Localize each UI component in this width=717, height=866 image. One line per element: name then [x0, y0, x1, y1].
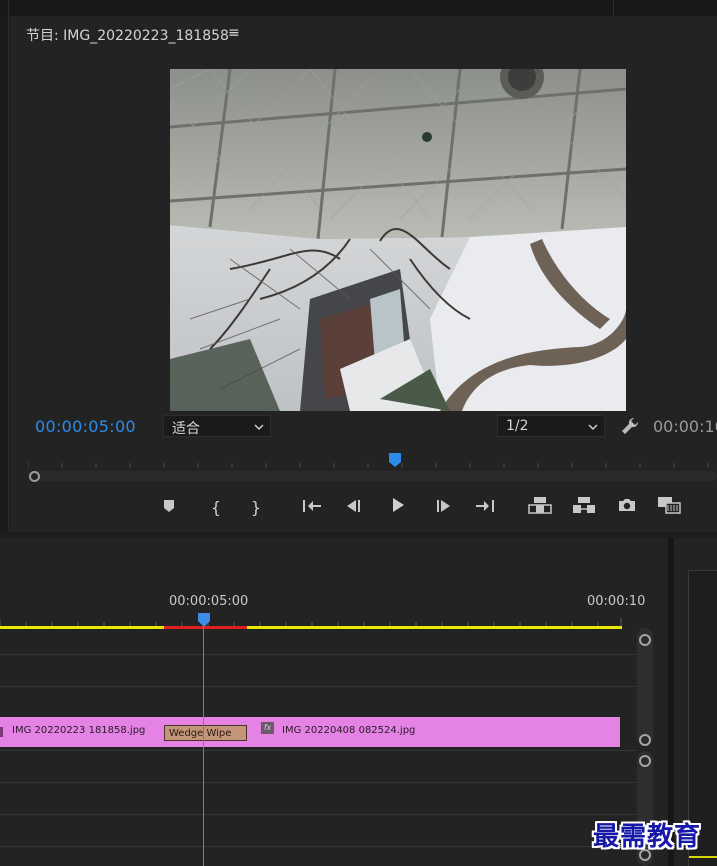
mark-in-button[interactable]: {	[203, 496, 229, 518]
out-point-icon: }	[250, 497, 262, 517]
timeline-playhead-line[interactable]	[203, 614, 204, 866]
track-divider	[0, 654, 636, 655]
scrollbar-handle-top[interactable]	[639, 634, 651, 646]
current-timecode[interactable]: 00:00:05:00	[35, 417, 136, 436]
in-point-icon: {	[210, 497, 222, 517]
mark-out-button[interactable]: }	[243, 496, 269, 518]
go-to-out-icon	[475, 498, 495, 517]
marker-icon	[162, 498, 176, 517]
camera-icon	[617, 497, 637, 517]
zoom-scrollbar-handle[interactable]	[29, 471, 40, 482]
top-panel-strip	[0, 0, 717, 16]
zoom-scrollbar[interactable]	[28, 471, 717, 481]
timeline-timecode-label: 00:00:05:00	[169, 594, 249, 609]
chevron-down-icon	[254, 420, 264, 436]
timeline-playhead-handle[interactable]	[197, 612, 211, 632]
go-to-in-icon	[302, 498, 322, 517]
lift-icon	[528, 496, 552, 518]
playback-resolution-select[interactable]: 1/2	[497, 415, 605, 437]
timeline-timecode-label: 00:00:10	[587, 594, 646, 609]
monitor-title[interactable]: 节目: IMG_20220223_181858	[26, 25, 229, 45]
step-back-button[interactable]	[341, 496, 367, 518]
work-area-bar[interactable]	[0, 626, 622, 629]
zoom-level-value: 适合	[172, 421, 200, 437]
export-frame-button[interactable]	[614, 496, 640, 518]
fx-badge-icon: fx	[261, 722, 274, 734]
panel-strip-segment	[614, 0, 717, 16]
zoom-level-select[interactable]: 适合	[163, 415, 271, 437]
video-frame-image	[170, 69, 626, 411]
step-back-icon	[345, 498, 363, 517]
extract-icon	[572, 496, 596, 518]
monitor-playhead[interactable]	[388, 452, 402, 472]
meter-level-line	[689, 856, 717, 858]
go-to-in-button[interactable]	[299, 496, 325, 518]
clip-1-label: IMG 20220223 181858.jpg	[12, 725, 146, 736]
monitor-time-ruler[interactable]	[28, 456, 717, 470]
wedge-wipe-transition[interactable]: Wedge Wipe	[164, 725, 247, 741]
program-monitor-panel: 节目: IMG_20220223_181858 ≡ 00:00:05:00 适合…	[10, 16, 717, 532]
timeline-time-ruler[interactable]	[0, 614, 622, 626]
track-divider	[0, 782, 636, 783]
video-track-clips[interactable]: IMG 20220223 181858.jpg IMG 20220408 082…	[0, 717, 620, 747]
clip-edge-marker	[0, 727, 3, 737]
scrollbar-handle-top[interactable]	[639, 755, 651, 767]
step-forward-button[interactable]	[430, 496, 456, 518]
track-divider	[0, 686, 636, 687]
wrench-settings-icon[interactable]	[620, 416, 640, 440]
watermark-logo: 最需教育	[593, 822, 702, 852]
track-divider	[0, 814, 636, 815]
compare-icon	[656, 495, 682, 519]
video-tracks-scrollbar[interactable]	[637, 628, 653, 746]
play-icon	[390, 497, 406, 517]
timeline-panel: 00:00:05:00 00:00:10 IMG 20220223 181858…	[0, 538, 668, 866]
chevron-down-icon	[588, 420, 598, 436]
scrollbar-handle-bottom[interactable]	[639, 734, 651, 746]
extract-button[interactable]	[571, 496, 597, 518]
resolution-value: 1/2	[506, 418, 529, 434]
add-marker-button[interactable]	[156, 496, 182, 518]
duration-timecode: 00:00:10	[653, 417, 717, 436]
panel-strip-segment	[0, 0, 9, 16]
panel-menu-icon[interactable]: ≡	[228, 25, 240, 41]
clip-2-label: IMG 20220408 082524.jpg	[282, 725, 416, 736]
track-divider	[0, 846, 636, 847]
panel-strip-segment	[576, 0, 614, 16]
video-preview	[170, 69, 626, 411]
comparison-view-button[interactable]	[656, 496, 682, 518]
lift-button[interactable]	[527, 496, 553, 518]
play-button[interactable]	[385, 496, 411, 518]
go-to-out-button[interactable]	[472, 496, 498, 518]
left-panel-gutter	[0, 16, 9, 532]
step-forward-icon	[434, 498, 452, 517]
track-divider	[0, 750, 636, 751]
